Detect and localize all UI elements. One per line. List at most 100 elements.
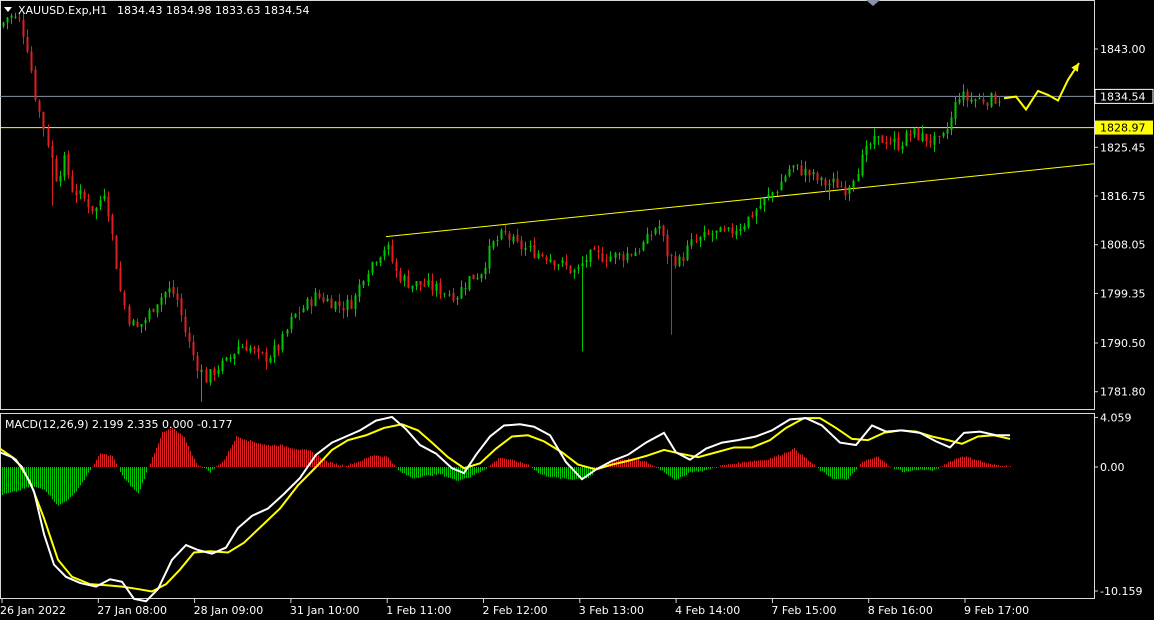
- candle-body: [731, 227, 734, 234]
- candle-body: [581, 263, 584, 267]
- candle-body: [14, 16, 17, 18]
- price-panel-frame: [0, 0, 1095, 410]
- candle-body: [723, 229, 726, 231]
- candle-body: [265, 352, 268, 362]
- candle-body: [974, 99, 977, 102]
- candle-body: [148, 310, 151, 320]
- candle-body: [456, 298, 459, 300]
- candle-body: [901, 145, 904, 150]
- price-tick-label: 1781.80: [1100, 386, 1146, 399]
- candle-body: [622, 254, 625, 261]
- trading-chart[interactable]: 1843.00 1825.45 1816.75 1808.05 1799.35 1790.…: [0, 0, 1154, 620]
- candle-body: [658, 226, 661, 229]
- candle-body: [630, 254, 633, 256]
- candle-body: [156, 304, 159, 313]
- candle-body: [176, 293, 179, 300]
- candle-body: [828, 183, 831, 185]
- candle-body: [873, 136, 876, 145]
- candle-body: [330, 298, 333, 309]
- candle-body: [460, 287, 463, 299]
- candle-body: [545, 257, 548, 261]
- price-tick-label: 1816.75: [1100, 190, 1146, 203]
- candle-body: [938, 135, 941, 138]
- candle-body: [800, 165, 803, 176]
- candle-body: [354, 295, 357, 310]
- time-tick-label: 28 Jan 09:00: [194, 604, 264, 617]
- candle-body: [387, 244, 390, 250]
- candle-body: [715, 230, 718, 233]
- candle-body: [618, 253, 621, 255]
- candle-body: [411, 285, 414, 289]
- candle-body: [662, 225, 665, 236]
- candle-body: [123, 292, 126, 306]
- candle-body: [164, 292, 167, 298]
- candle-body: [897, 137, 900, 150]
- candle-body: [780, 181, 783, 191]
- candle-body: [448, 294, 451, 296]
- candle-body: [318, 293, 321, 298]
- candle-body: [703, 231, 706, 238]
- candle-body: [674, 255, 677, 266]
- candle-body: [273, 345, 276, 358]
- candle-body: [241, 347, 244, 349]
- price-tick-label: 1808.05: [1100, 239, 1146, 252]
- candle-body: [184, 316, 187, 333]
- symbol-label: XAUUSD.Exp,H1: [18, 4, 107, 17]
- candle-body: [634, 252, 637, 256]
- candle-body: [6, 17, 9, 23]
- candle-body: [881, 135, 884, 143]
- macd-main-line: [0, 415, 1010, 603]
- candle-body: [917, 128, 920, 141]
- candle-body: [500, 230, 503, 239]
- candle-body: [520, 240, 523, 250]
- candle-body: [403, 275, 406, 281]
- candle-body: [180, 298, 183, 316]
- candle-body: [358, 284, 361, 297]
- candle-body: [816, 173, 819, 181]
- candle-body: [346, 299, 349, 310]
- candle-body: [796, 164, 799, 166]
- candle-body: [654, 228, 657, 235]
- candle-body: [893, 138, 896, 143]
- candle-body: [111, 215, 114, 235]
- candle-body: [99, 200, 102, 207]
- time-axis[interactable]: 26 Jan 2022 27 Jan 08:00 28 Jan 09:00 31 Ja…: [0, 598, 1029, 617]
- candle-body: [439, 282, 442, 295]
- candle-body: [375, 262, 378, 264]
- time-tick-label: 7 Feb 15:00: [771, 604, 836, 617]
- candle-body: [759, 205, 762, 209]
- candle-body: [848, 186, 851, 194]
- forecast-arrow[interactable]: [1003, 62, 1080, 112]
- candle-body: [200, 369, 203, 373]
- candle-body: [642, 242, 645, 251]
- candle-body: [950, 117, 953, 131]
- candle-body: [954, 102, 957, 119]
- candle-body: [601, 253, 604, 262]
- candle-body: [229, 357, 232, 359]
- candle-body: [707, 232, 710, 235]
- candle-body: [379, 257, 382, 263]
- candle-body: [857, 174, 860, 182]
- candle-body: [484, 267, 487, 274]
- chart-shift-marker-icon[interactable]: [866, 0, 880, 6]
- candle-body: [47, 128, 50, 147]
- price-axis[interactable]: 1843.00 1825.45 1816.75 1808.05 1799.35 1790.…: [1094, 43, 1154, 399]
- time-tick-label: 27 Jan 08:00: [97, 604, 167, 617]
- macd-tick-label: 0.00: [1100, 461, 1125, 474]
- symbol-menu-triangle-icon[interactable]: [4, 7, 12, 12]
- candle-body: [776, 191, 779, 193]
- candle-body: [541, 254, 544, 257]
- candle-body: [686, 245, 689, 261]
- candle-body: [26, 36, 29, 52]
- candle-body: [427, 280, 430, 286]
- candle-body: [298, 312, 301, 314]
- candle-body: [91, 205, 94, 212]
- candle-body: [593, 248, 596, 250]
- candle-body: [852, 180, 855, 188]
- candle-body: [553, 260, 556, 266]
- candle-body: [119, 267, 122, 291]
- candle-body: [63, 155, 66, 177]
- macd-indicator-label: MACD(12,26,9) 2.199 2.335 0.000 -0.177: [5, 418, 232, 431]
- candle-body: [249, 347, 252, 352]
- candle-body: [140, 324, 143, 327]
